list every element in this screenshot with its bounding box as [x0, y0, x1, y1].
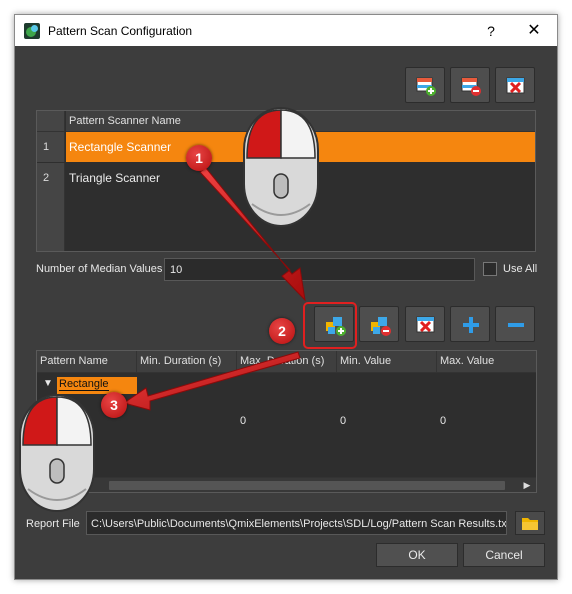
step-badge-3: 3	[101, 392, 127, 418]
expand-button[interactable]	[450, 306, 490, 342]
dialog-window: Pattern Scan Configuration ? ✕ Pattern S…	[14, 14, 558, 580]
pattern-group-label: Rectangle	[59, 378, 109, 391]
pattern-table-header: Pattern Name Min. Duration (s) Max. Dura…	[37, 351, 536, 373]
cell-max-value[interactable]: 0	[440, 415, 446, 427]
chevron-down-icon[interactable]: ▼	[43, 378, 53, 389]
window-title: Pattern Scan Configuration	[48, 24, 193, 38]
report-file-label: Report File	[26, 518, 80, 530]
ok-button[interactable]: OK	[376, 543, 458, 567]
help-button[interactable]: ?	[481, 21, 501, 41]
row-header-filler	[37, 193, 65, 251]
column-header-max-value[interactable]: Max. Value	[437, 351, 536, 373]
remove-scanner-button[interactable]	[450, 67, 490, 103]
collapse-button[interactable]	[495, 306, 535, 342]
highlight-box	[303, 302, 357, 349]
row-header[interactable]: 1	[37, 132, 65, 162]
clear-patterns-icon	[416, 316, 435, 333]
table-row-rectangle-scanner[interactable]: Rectangle Scanner	[66, 132, 535, 162]
scanner-table: Pattern Scanner Name 1 Rectangle Scanner…	[36, 110, 536, 252]
clear-patterns-button[interactable]	[405, 306, 445, 342]
minus-icon	[508, 323, 524, 327]
remove-pattern-button[interactable]	[359, 306, 399, 342]
title-bar: Pattern Scan Configuration ? ✕	[15, 15, 557, 46]
cell-max-duration[interactable]: 0	[240, 415, 246, 427]
column-header-scanner-name[interactable]: Pattern Scanner Name	[66, 111, 535, 132]
step-badge-2: 2	[269, 318, 295, 344]
use-all-checkbox[interactable]	[483, 262, 497, 276]
table-row-triangle-scanner[interactable]: Triangle Scanner	[66, 163, 535, 193]
use-all-label: Use All	[503, 263, 538, 275]
horizontal-scrollbar[interactable]: ▶	[37, 477, 536, 492]
clear-table-icon	[506, 77, 525, 94]
column-header-max-duration[interactable]: Max. Duration (s)	[237, 351, 337, 373]
add-table-icon	[416, 77, 436, 96]
plus-icon	[463, 317, 479, 333]
pattern-table: Pattern Name Min. Duration (s) Max. Dura…	[36, 350, 537, 493]
remove-table-icon	[461, 77, 481, 96]
column-header-min-value[interactable]: Min. Value	[337, 351, 437, 373]
table-corner	[37, 111, 65, 132]
step-badge-1: 1	[186, 145, 212, 171]
app-logo-icon	[24, 23, 40, 39]
column-header-pattern-name[interactable]: Pattern Name	[37, 351, 137, 373]
report-file-path-input[interactable]: C:\Users\Public\Documents\QmixElements\P…	[86, 511, 507, 535]
median-values-label: Number of Median Values	[36, 263, 163, 275]
clear-scanners-button[interactable]	[495, 67, 535, 103]
cell-min-value[interactable]: 0	[340, 415, 346, 427]
close-button[interactable]: ✕	[523, 20, 545, 42]
add-scanner-button[interactable]	[405, 67, 445, 103]
cancel-button[interactable]: Cancel	[463, 543, 545, 567]
row-header[interactable]: 2	[37, 163, 65, 193]
column-header-min-duration[interactable]: Min. Duration (s)	[137, 351, 237, 373]
remove-pattern-icon	[371, 317, 391, 336]
scrollbar-thumb[interactable]	[109, 481, 505, 490]
folder-icon	[522, 518, 538, 530]
pattern-group-rectangle[interactable]: Rectangle	[57, 377, 137, 394]
scroll-right-icon[interactable]: ▶	[520, 479, 534, 492]
median-values-input[interactable]: 10	[164, 258, 475, 281]
browse-folder-button[interactable]	[515, 511, 545, 535]
